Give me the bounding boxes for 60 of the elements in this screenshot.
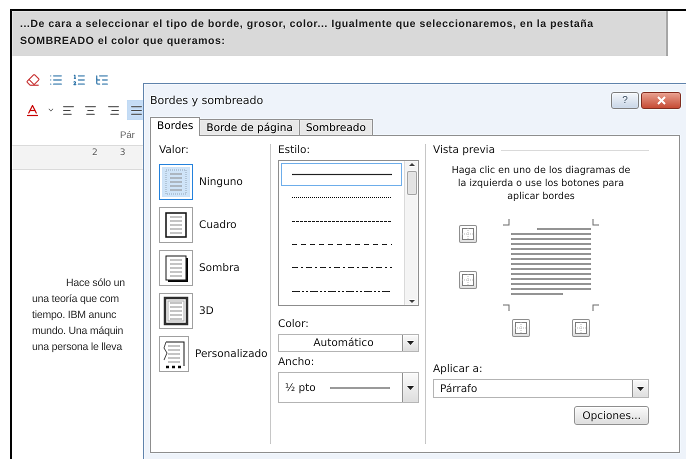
align-icon xyxy=(107,104,120,116)
left-border-button[interactable] xyxy=(512,319,530,337)
border-grid-icon xyxy=(462,274,474,286)
color-dropdown[interactable]: Automático xyxy=(278,334,419,352)
help-button[interactable]: ? xyxy=(611,92,639,109)
options-button[interactable]: Opciones... xyxy=(574,406,649,425)
color-label: Color: xyxy=(278,318,310,330)
document-text: Hace sólo un xyxy=(65,276,126,291)
style-label: Estilo: xyxy=(278,144,312,156)
setting-name: Personalizado xyxy=(195,348,268,360)
setting-name: Sombra xyxy=(199,262,240,274)
width-dropdown[interactable]: ½ pto xyxy=(278,372,419,403)
border-grid-icon xyxy=(575,322,587,334)
setting-label: Valor: xyxy=(159,144,190,156)
border-grid-icon xyxy=(462,228,474,240)
dialog-title: Bordes y sombreado xyxy=(150,94,264,107)
document-text: mundo. Una máquin xyxy=(32,324,124,339)
setting-option[interactable] xyxy=(159,250,193,286)
caption-text: ...De cara a seleccionar el tipo de borde, grosor, color... Igualmente que seleccionaremos, en la pestaña SOMBREADO el color que queramos: xyxy=(12,11,668,56)
apply-label: Aplicar a: xyxy=(433,363,484,375)
border-setting-icon xyxy=(162,294,190,326)
dropdown-arrow-icon xyxy=(637,386,644,390)
bullet-list-icon[interactable] xyxy=(49,73,63,87)
tab[interactable]: Bordes xyxy=(150,117,200,136)
line-style-option[interactable] xyxy=(281,163,402,186)
align-icon xyxy=(130,104,143,116)
tab[interactable]: Borde de página xyxy=(199,119,300,136)
width-label: Ancho: xyxy=(278,356,316,368)
group-label: Pár xyxy=(119,130,136,141)
align-icon xyxy=(62,104,75,116)
line-sample xyxy=(330,386,390,388)
top-border-button[interactable] xyxy=(459,225,477,243)
align-icon xyxy=(84,104,98,116)
border-grid-icon xyxy=(515,322,527,334)
setting-name: Cuadro xyxy=(199,218,237,230)
setting-option[interactable] xyxy=(159,206,193,242)
apply-dropdown[interactable]: Párrafo xyxy=(433,379,649,398)
preview-label: Vista previa xyxy=(433,144,496,156)
font-color-icon[interactable] xyxy=(25,102,40,118)
preview-hint: Haga clic en uno de los diagramas de la izquierda o use los botones para aplicar bordes xyxy=(450,164,632,203)
multilevel-list-icon[interactable] xyxy=(95,73,109,87)
dropdown-arrow-icon xyxy=(407,341,414,345)
document-text: tiempo. IBM anunc xyxy=(32,308,118,323)
setting-option[interactable] xyxy=(159,292,193,328)
ruler-number: 3 xyxy=(120,148,126,160)
setting-name: 3D xyxy=(199,304,214,316)
tab[interactable]: Sombreado xyxy=(298,119,373,136)
setting-option[interactable] xyxy=(159,336,189,372)
numbered-list-icon[interactable] xyxy=(72,73,86,87)
setting-name: Ninguno xyxy=(199,176,243,188)
bottom-border-button[interactable] xyxy=(459,271,477,289)
document-text: una teoría que com xyxy=(32,292,120,307)
close-icon xyxy=(656,96,666,105)
dropdown-arrow-icon xyxy=(407,386,414,390)
document-text: una persona le lleva xyxy=(32,340,124,355)
right-border-button[interactable] xyxy=(572,319,590,337)
ruler-number: 2 xyxy=(92,148,98,160)
eraser-icon[interactable] xyxy=(26,73,40,87)
close-button[interactable] xyxy=(641,92,681,109)
scrollbar[interactable] xyxy=(404,161,418,305)
